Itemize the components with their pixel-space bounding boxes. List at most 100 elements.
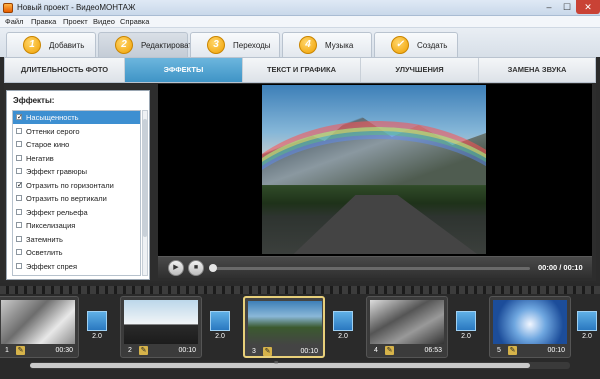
checkbox[interactable]	[16, 195, 22, 201]
timeline-clip[interactable]: 1 ✎ 00:30	[0, 296, 79, 358]
clip-number: 1	[5, 347, 9, 354]
transition-duration: 2.0	[338, 333, 348, 340]
clip-thumbnail	[124, 300, 198, 344]
play-icon[interactable]: ▶	[168, 260, 184, 276]
timeline-clip[interactable]: 2 ✎ 00:10	[120, 296, 202, 358]
effect-item[interactable]: Пикселизация	[13, 219, 140, 232]
pencil-icon[interactable]: ✎	[16, 346, 25, 355]
tab-enhancements[interactable]: УЛУЧШЕНИЯ	[361, 58, 479, 82]
grip-icon: ≡	[274, 360, 279, 367]
effect-item[interactable]: Осветлить	[13, 246, 140, 259]
timeline-clip-active[interactable]: 3 ✎ 00:10	[243, 296, 325, 358]
effect-label: Негатив	[26, 153, 54, 163]
timeline-clip[interactable]: 5 ✎ 00:10	[489, 296, 571, 358]
clip-thumbnail	[370, 300, 444, 344]
step-label: Добавить	[49, 41, 85, 50]
clip-thumbnail	[493, 300, 567, 344]
clip-number: 2	[128, 347, 132, 354]
step-number-icon: 4	[299, 36, 317, 54]
checkbox-checked[interactable]: ✓	[16, 181, 23, 189]
minimize-button[interactable]: –	[540, 0, 558, 14]
clip-number: 5	[497, 347, 501, 354]
pencil-icon[interactable]: ✎	[385, 346, 394, 355]
maximize-button[interactable]: ☐	[558, 0, 576, 14]
effect-item[interactable]: Отразить по вертикали	[13, 192, 140, 205]
step-add[interactable]: 1 Добавить	[6, 32, 96, 57]
pencil-icon[interactable]: ✎	[139, 346, 148, 355]
close-button[interactable]: ✕	[576, 0, 600, 14]
step-number-icon: 3	[207, 36, 225, 54]
effects-scrollbar[interactable]	[142, 110, 148, 276]
clip-thumbnail	[248, 301, 322, 345]
video-frame-image	[262, 85, 486, 254]
tab-replace-sound[interactable]: ЗАМЕНА ЗВУКА	[479, 58, 595, 82]
timeline-scrollbar[interactable]: ≡	[30, 360, 570, 369]
menu-file[interactable]: Файл	[5, 17, 23, 26]
effect-item[interactable]: ✓ Насыщенность	[13, 111, 140, 124]
effect-label: Отразить по вертикали	[26, 194, 107, 203]
transition[interactable]: 2.0	[330, 311, 356, 343]
tab-bar: ДЛИТЕЛЬНОСТЬ ФОТО ЭФФЕКТЫ ТЕКСТ И ГРАФИК…	[4, 57, 596, 83]
checkbox[interactable]	[16, 249, 22, 255]
menu-bar: Файл Правка Проект Видео Справка	[0, 16, 600, 28]
checkbox[interactable]	[16, 168, 22, 174]
effect-item[interactable]: Негатив	[13, 152, 140, 165]
stop-icon[interactable]: ■	[188, 260, 204, 276]
effect-item[interactable]: Эффект рельефа	[13, 206, 140, 219]
step-label: Редактировать	[141, 41, 197, 50]
step-bar: 1 Добавить 2 Редактировать 3 Переходы 4 …	[0, 28, 600, 57]
transition-icon	[333, 311, 353, 331]
clip-duration: 00:10	[547, 347, 565, 354]
effect-item[interactable]: ✓ Отразить по горизонтали	[13, 179, 140, 192]
seek-bar[interactable]	[210, 267, 530, 270]
effect-item[interactable]: Старое кино	[13, 138, 140, 151]
checkbox[interactable]	[16, 222, 22, 228]
pencil-icon[interactable]: ✎	[263, 347, 272, 356]
checkbox-checked[interactable]: ✓	[16, 114, 23, 121]
tab-photo-duration[interactable]: ДЛИТЕЛЬНОСТЬ ФОТО	[5, 58, 125, 82]
effect-item[interactable]: Затемнить	[13, 233, 140, 246]
effect-item[interactable]: Оттенки серого	[13, 125, 140, 138]
step-create[interactable]: ✓ Создать	[374, 32, 458, 57]
checkbox[interactable]	[16, 127, 22, 134]
effect-item[interactable]: Эффект спрея	[13, 260, 140, 273]
transition[interactable]: 2.0	[453, 311, 479, 343]
scrollbar-thumb[interactable]	[143, 119, 147, 237]
seek-handle[interactable]	[209, 264, 217, 272]
checkbox[interactable]	[16, 262, 22, 269]
transition-icon	[577, 311, 597, 331]
checkbox[interactable]	[16, 141, 22, 147]
menu-help[interactable]: Справка	[120, 17, 149, 26]
effect-label: Пикселизация	[26, 221, 76, 230]
checkbox[interactable]	[16, 235, 22, 242]
menu-edit[interactable]: Правка	[31, 17, 56, 26]
transition-duration: 2.0	[92, 333, 102, 340]
step-number-icon: 2	[115, 36, 133, 54]
menu-project[interactable]: Проект	[63, 17, 88, 26]
clip-number: 3	[252, 348, 256, 355]
pencil-icon[interactable]: ✎	[508, 346, 517, 355]
clip-duration: 06:53	[424, 347, 442, 354]
step-edit[interactable]: 2 Редактировать	[98, 32, 196, 57]
timeline-clip[interactable]: 4 ✎ 06:53	[366, 296, 448, 358]
title-bar: Новый проект - ВидеоМОНТАЖ – ☐ ✕	[0, 0, 600, 16]
player-controls: ▶ ■ 00:00 / 00:10	[158, 256, 592, 278]
timecode: 00:00 / 00:10	[538, 263, 583, 272]
transition-duration: 2.0	[461, 333, 471, 340]
tab-text-graphics[interactable]: ТЕКСТ И ГРАФИКА	[243, 58, 361, 82]
effect-label: Оттенки серого	[26, 126, 80, 136]
step-number-icon: 1	[23, 36, 41, 54]
tab-effects[interactable]: ЭФФЕКТЫ	[125, 58, 243, 82]
step-label: Музыка	[325, 41, 354, 50]
checkbox[interactable]	[16, 154, 22, 161]
menu-video[interactable]: Видео	[93, 17, 115, 26]
transition-icon	[456, 311, 476, 331]
checkbox[interactable]	[16, 208, 22, 215]
transition[interactable]: 2.0	[574, 311, 600, 343]
effect-item[interactable]: Эффект гравюры	[13, 165, 140, 178]
step-transitions[interactable]: 3 Переходы	[190, 32, 280, 57]
scrollbar-thumb[interactable]: ≡	[30, 360, 530, 368]
transition[interactable]: 2.0	[207, 311, 233, 343]
transition[interactable]: 2.0	[84, 311, 110, 343]
step-music[interactable]: 4 Музыка	[282, 32, 372, 57]
